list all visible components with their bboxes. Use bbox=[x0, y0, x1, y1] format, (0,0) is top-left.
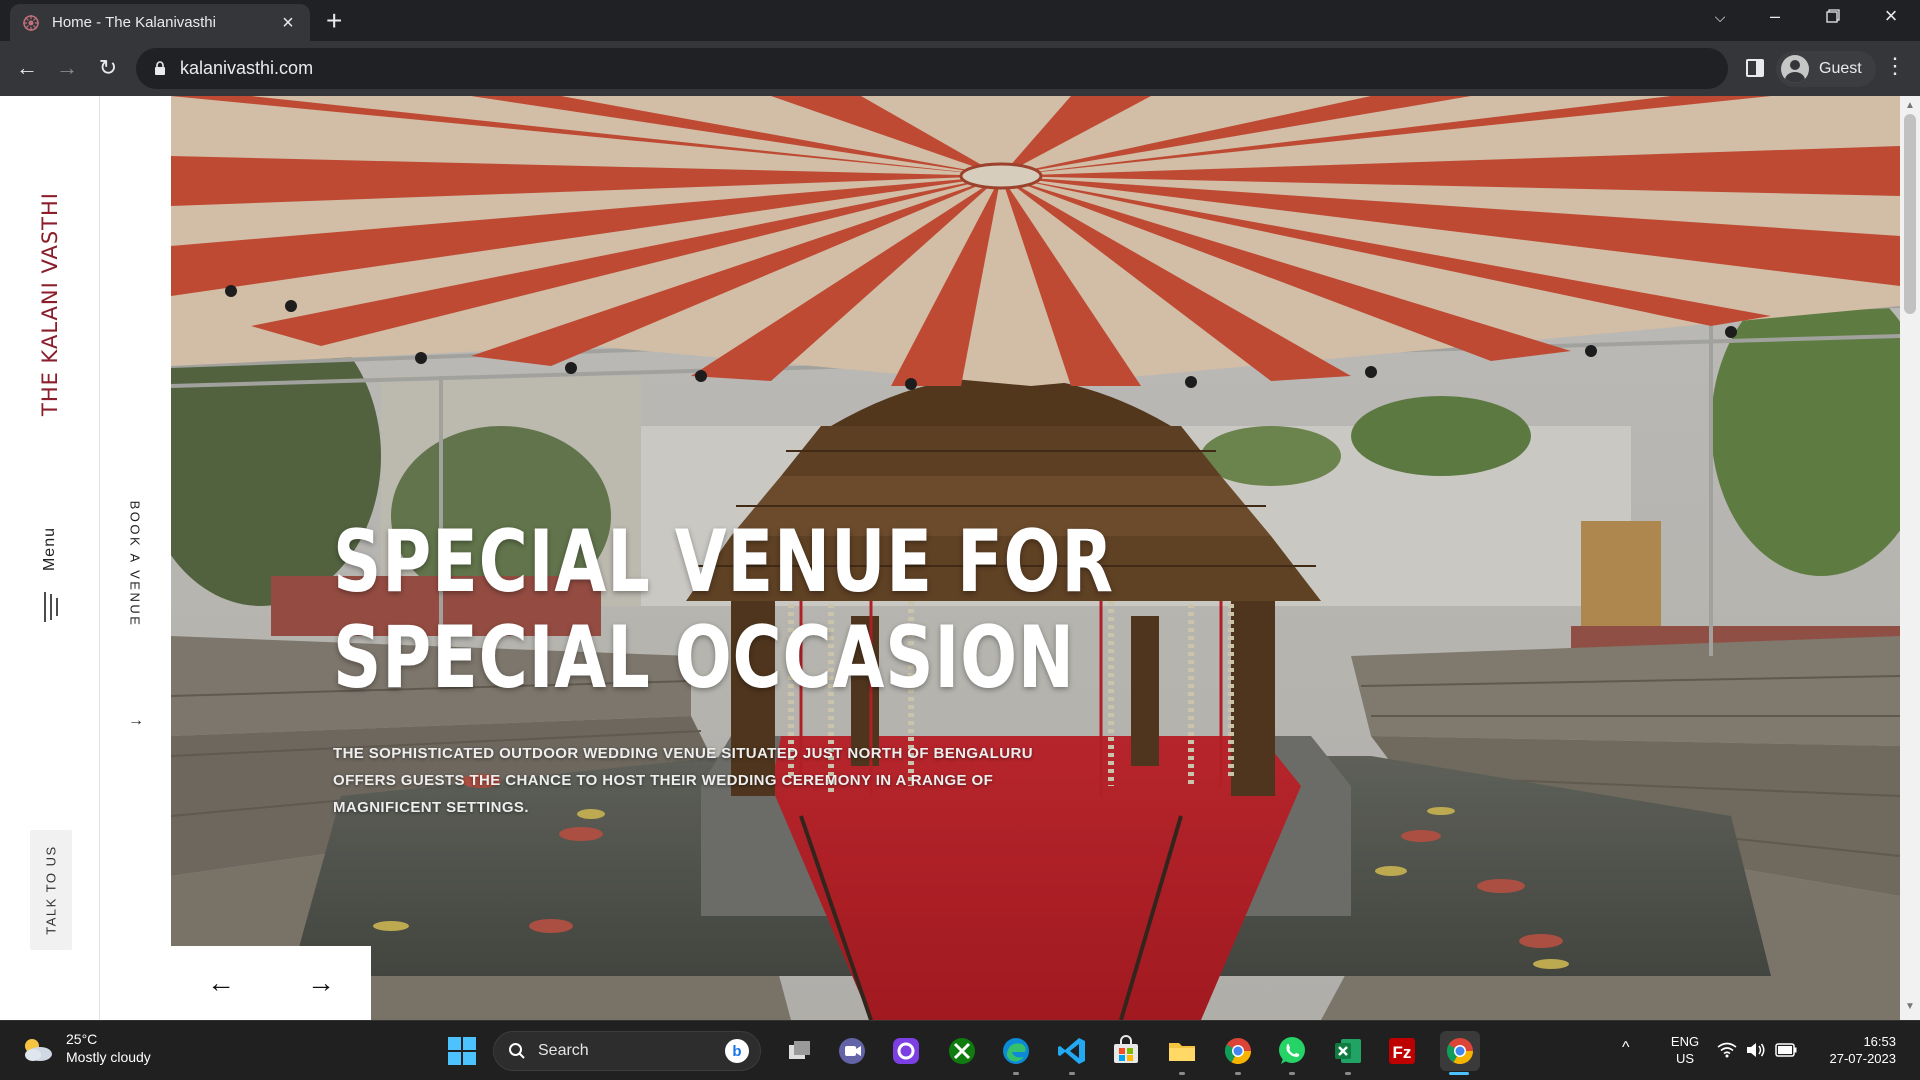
hero-title-line-1: SPECIAL VENUE FOR bbox=[333, 512, 1114, 612]
filezilla-icon[interactable]: Fz bbox=[1386, 1035, 1418, 1067]
page-scrollbar[interactable]: ▲ ▼ bbox=[1900, 96, 1920, 1020]
chrome-active-indicator bbox=[1449, 1072, 1469, 1075]
browser-menu-icon[interactable]: ⋮ bbox=[1884, 53, 1906, 79]
windows-start-icon[interactable] bbox=[446, 1035, 478, 1067]
side-panel-icon[interactable] bbox=[1746, 59, 1764, 77]
prev-slide-icon[interactable]: ← bbox=[201, 966, 241, 1000]
close-tab-icon[interactable]: × bbox=[278, 13, 298, 33]
browser-toolbar: ← → ↻ kalanivasthi.com Guest ⋮ bbox=[0, 41, 1920, 96]
new-tab-icon[interactable]: + bbox=[326, 7, 342, 35]
page-viewport: THE KALANI VASTHI Menu TALK TO US BOOK A… bbox=[0, 96, 1920, 1020]
weather-description: Mostly cloudy bbox=[66, 1049, 151, 1065]
left-rail: THE KALANI VASTHI Menu TALK TO US bbox=[0, 96, 100, 1020]
chrome-active-icon[interactable] bbox=[1440, 1031, 1480, 1071]
search-icon bbox=[509, 1043, 525, 1059]
battery-icon[interactable] bbox=[1775, 1043, 1797, 1057]
explorer-running-indicator bbox=[1179, 1072, 1185, 1075]
xbox-icon[interactable] bbox=[946, 1035, 978, 1067]
tab-search-icon[interactable]: ⌵ bbox=[1705, 9, 1735, 26]
show-hidden-icons[interactable]: ^ bbox=[1622, 1039, 1630, 1056]
tab-title: Home - The Kalanivasthi bbox=[52, 14, 216, 31]
excel-running-indicator bbox=[1345, 1072, 1351, 1075]
taskbar-search[interactable]: Search b bbox=[493, 1031, 761, 1071]
volume-icon[interactable] bbox=[1746, 1042, 1766, 1058]
forward-icon[interactable]: → bbox=[53, 55, 81, 81]
menu-label[interactable]: Menu bbox=[41, 527, 59, 571]
hero-title: SPECIAL VENUE FOR SPECIAL OCCASION bbox=[333, 514, 1114, 706]
arrow-right-icon[interactable]: → bbox=[128, 712, 144, 730]
meet-icon[interactable] bbox=[836, 1035, 868, 1067]
svg-text:b: b bbox=[732, 1043, 741, 1060]
weather-temperature: 25°C bbox=[66, 1031, 98, 1047]
talk-to-us-label: TALK TO US bbox=[43, 845, 59, 935]
guest-avatar-icon bbox=[1781, 55, 1809, 83]
clipchamp-icon[interactable] bbox=[890, 1035, 922, 1067]
scroll-down-icon[interactable]: ▼ bbox=[1905, 1001, 1915, 1012]
hero-description: THE SOPHISTICATED OUTDOOR WEDDING VENUE … bbox=[333, 745, 1033, 816]
scroll-thumb[interactable] bbox=[1904, 114, 1916, 314]
excel-icon[interactable] bbox=[1332, 1035, 1364, 1067]
close-window-icon[interactable]: × bbox=[1876, 3, 1906, 29]
bing-icon[interactable]: b bbox=[724, 1038, 750, 1064]
menu-icon[interactable] bbox=[41, 592, 61, 622]
task-view-icon[interactable] bbox=[784, 1035, 816, 1067]
back-icon[interactable]: ← bbox=[13, 55, 41, 81]
url-text: kalanivasthi.com bbox=[180, 58, 314, 78]
language-code: ENG bbox=[1670, 1034, 1700, 1049]
talk-to-us-button[interactable]: TALK TO US bbox=[30, 830, 72, 950]
search-label: Search bbox=[538, 1042, 589, 1059]
minimize-icon[interactable]: – bbox=[1760, 6, 1790, 27]
restore-icon[interactable] bbox=[1818, 6, 1848, 28]
reload-icon[interactable]: ↻ bbox=[94, 55, 122, 81]
site-favicon-icon bbox=[23, 14, 39, 31]
store-icon[interactable] bbox=[1110, 1035, 1142, 1067]
hero-title-line-2: SPECIAL OCCASION bbox=[333, 608, 1075, 708]
region-code: US bbox=[1675, 1051, 1695, 1066]
wifi-icon[interactable] bbox=[1717, 1042, 1737, 1058]
svg-text:Fz: Fz bbox=[1393, 1043, 1412, 1062]
address-bar[interactable]: kalanivasthi.com bbox=[136, 48, 1728, 89]
lock-icon bbox=[155, 61, 165, 75]
cloudy-weather-icon bbox=[25, 1039, 52, 1061]
language-indicator[interactable]: ENG US bbox=[1665, 1033, 1705, 1067]
whatsapp-running-indicator bbox=[1289, 1072, 1295, 1075]
edge-icon[interactable] bbox=[1000, 1035, 1032, 1067]
hero-slider: SPECIAL VENUE FOR SPECIAL OCCASION THE S… bbox=[171, 96, 1900, 1020]
browser-tab[interactable]: Home - The Kalanivasthi × bbox=[10, 4, 310, 41]
chrome-running-indicator bbox=[1235, 1072, 1241, 1075]
profile-label: Guest bbox=[1819, 60, 1862, 77]
brand-logo[interactable]: THE KALANI VASTHI bbox=[38, 192, 62, 416]
clock-date: 27-07-2023 bbox=[1829, 1051, 1897, 1066]
next-slide-icon[interactable]: → bbox=[301, 966, 341, 1000]
whatsapp-icon[interactable] bbox=[1276, 1035, 1308, 1067]
tab-strip: Home - The Kalanivasthi × + ⌵ – × bbox=[0, 0, 1920, 41]
file-explorer-icon[interactable] bbox=[1166, 1035, 1198, 1067]
slider-controls: ← → bbox=[171, 946, 371, 1020]
chrome-icon[interactable] bbox=[1222, 1035, 1254, 1067]
scroll-up-icon[interactable]: ▲ bbox=[1905, 100, 1915, 111]
profile-button[interactable]: Guest bbox=[1776, 51, 1876, 87]
vscode-running-indicator bbox=[1069, 1072, 1075, 1075]
book-venue-link[interactable]: BOOK A VENUE bbox=[128, 501, 143, 628]
windows-taskbar: 25°C Mostly cloudy Search b Fz ^ ENG US … bbox=[0, 1020, 1920, 1080]
clock[interactable]: 16:53 27-07-2023 bbox=[1814, 1033, 1897, 1067]
edge-running-indicator bbox=[1013, 1072, 1019, 1075]
weather-widget[interactable]: 25°C Mostly cloudy bbox=[20, 1031, 151, 1067]
clock-time: 16:53 bbox=[1863, 1034, 1896, 1049]
vscode-icon[interactable] bbox=[1056, 1035, 1088, 1067]
